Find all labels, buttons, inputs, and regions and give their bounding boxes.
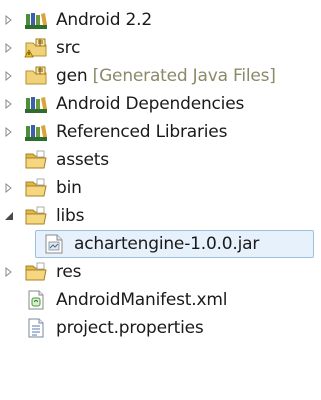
properties-file-icon [24, 317, 48, 339]
folder-icon [24, 149, 48, 171]
expand-arrow-icon[interactable] [4, 71, 14, 81]
expand-arrow-icon[interactable] [4, 99, 14, 109]
xml-file-icon [24, 289, 48, 311]
library-icon [24, 93, 48, 115]
folder-icon [24, 177, 48, 199]
tree-item-assets[interactable]: assets [0, 146, 321, 174]
tree-item-label: gen [56, 66, 88, 86]
tree-item-src[interactable]: src [0, 34, 321, 62]
tree-item-label: Android 2.2 [56, 10, 152, 30]
library-icon [24, 9, 48, 31]
tree-item-res[interactable]: res [0, 258, 321, 286]
folder-icon [24, 205, 48, 227]
tree-item-referenced-libraries[interactable]: Referenced Libraries [0, 118, 321, 146]
tree-item-bin[interactable]: bin [0, 174, 321, 202]
expand-arrow-icon[interactable] [4, 127, 14, 137]
tree-item-label: Android Dependencies [56, 94, 245, 114]
collapse-arrow-icon[interactable] [4, 211, 14, 221]
tree-item-label: assets [56, 150, 109, 170]
jar-file-icon [42, 233, 66, 255]
project-explorer-tree: Android 2.2 src gen [Generated Java File… [0, 0, 321, 400]
expand-arrow-icon[interactable] [4, 15, 14, 25]
expand-arrow-icon[interactable] [4, 183, 14, 193]
library-icon [24, 121, 48, 143]
tree-item-label: bin [56, 178, 82, 198]
tree-item-achartengine-jar[interactable]: achartengine-1.0.0.jar [0, 230, 321, 258]
source-folder-icon [24, 65, 48, 87]
tree-item-gen[interactable]: gen [Generated Java Files] [0, 62, 321, 90]
tree-item-label: src [56, 38, 81, 58]
tree-item-label: project.properties [56, 318, 204, 338]
tree-item-label: res [56, 262, 82, 282]
source-folder-warning-icon [24, 37, 48, 59]
tree-item-android-manifest[interactable]: AndroidManifest.xml [0, 286, 321, 314]
tree-item-project-properties[interactable]: project.properties [0, 314, 321, 342]
tree-item-decoration: [Generated Java Files] [92, 66, 276, 86]
tree-item-label: achartengine-1.0.0.jar [74, 234, 260, 254]
tree-item-libs[interactable]: libs [0, 202, 321, 230]
tree-item-label: Referenced Libraries [56, 122, 228, 142]
expand-arrow-icon[interactable] [4, 267, 14, 277]
expand-arrow-icon[interactable] [4, 43, 14, 53]
tree-item-label: libs [56, 206, 85, 226]
tree-item-label: AndroidManifest.xml [56, 290, 228, 310]
folder-icon [24, 261, 48, 283]
tree-item-android-dependencies[interactable]: Android Dependencies [0, 90, 321, 118]
tree-item-android-2-2[interactable]: Android 2.2 [0, 6, 321, 34]
